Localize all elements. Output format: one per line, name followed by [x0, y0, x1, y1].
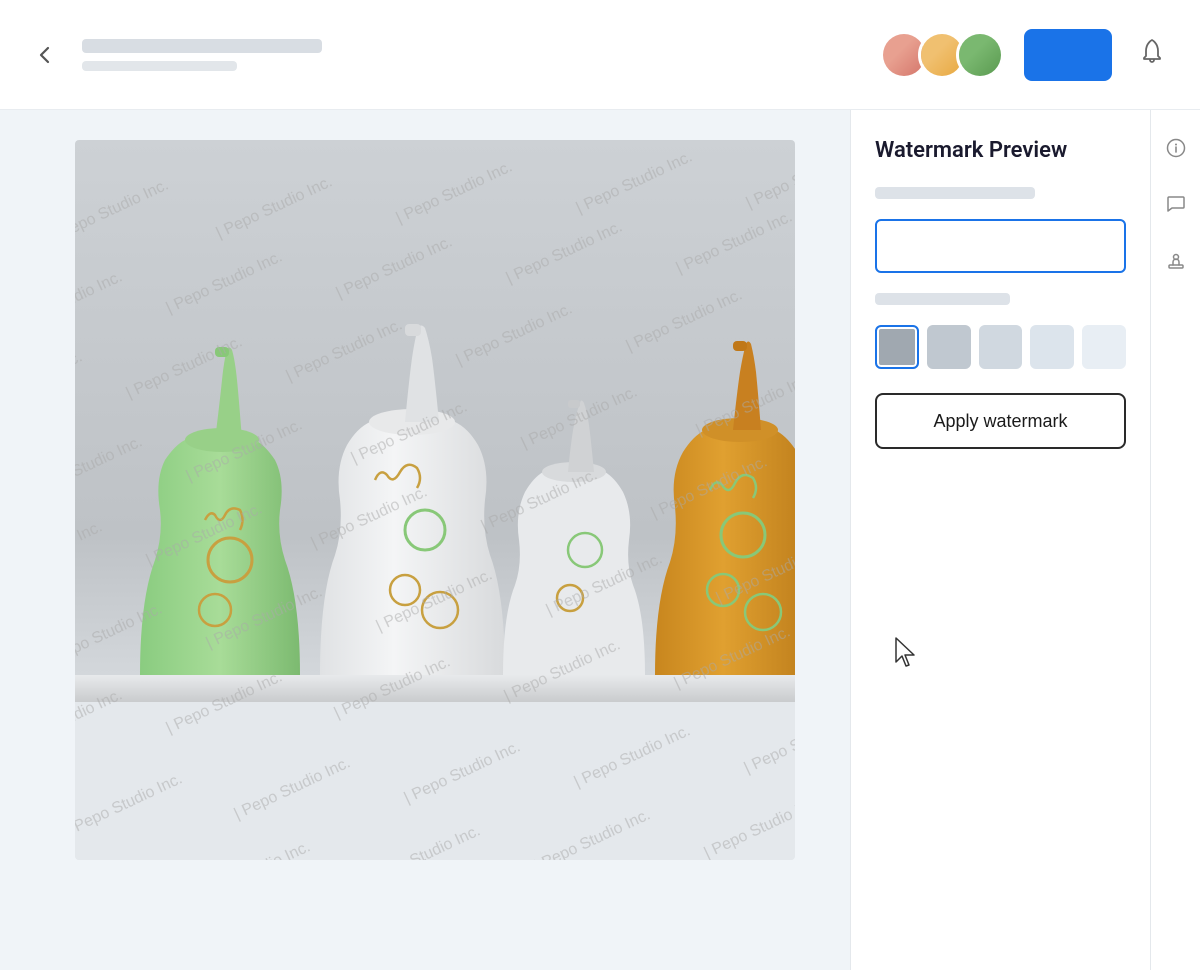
- swatch-1[interactable]: [875, 325, 919, 369]
- product-scene-svg: [75, 140, 795, 860]
- image-area: .wm { fill: rgba(170,170,170,0.50); font…: [0, 110, 850, 970]
- header-title-block: [82, 39, 322, 71]
- skeleton-label-2: [875, 293, 1010, 305]
- panel-title: Watermark Preview: [875, 138, 1126, 163]
- header-right: [880, 29, 1172, 81]
- right-icon-rail: [1150, 110, 1200, 970]
- avatar-3: [956, 31, 1004, 79]
- info-icon[interactable]: [1158, 130, 1194, 166]
- back-button[interactable]: [28, 38, 62, 72]
- swatch-2[interactable]: [927, 325, 971, 369]
- avatar-group: [880, 31, 1004, 79]
- notification-button[interactable]: [1132, 31, 1172, 78]
- watermark-sidebar: Watermark Preview Apply watermark: [850, 110, 1150, 970]
- title-bar-1: [82, 39, 322, 53]
- stamp-icon[interactable]: [1158, 242, 1194, 278]
- comment-icon[interactable]: [1158, 186, 1194, 222]
- product-image-container: .wm { fill: rgba(170,170,170,0.50); font…: [75, 140, 795, 860]
- swatch-5[interactable]: [1082, 325, 1126, 369]
- cta-button[interactable]: [1024, 29, 1112, 81]
- color-swatch-group: [875, 325, 1126, 369]
- swatch-3[interactable]: [979, 325, 1023, 369]
- skeleton-label-1: [875, 187, 1035, 199]
- main-content: .wm { fill: rgba(170,170,170,0.50); font…: [0, 110, 1200, 970]
- avatar-image-3: [959, 34, 1001, 76]
- header-left: [28, 38, 322, 72]
- title-bar-2: [82, 61, 237, 71]
- watermark-text-input[interactable]: [875, 219, 1126, 273]
- apply-watermark-button[interactable]: Apply watermark: [875, 393, 1126, 449]
- swatch-4[interactable]: [1030, 325, 1074, 369]
- header: [0, 0, 1200, 110]
